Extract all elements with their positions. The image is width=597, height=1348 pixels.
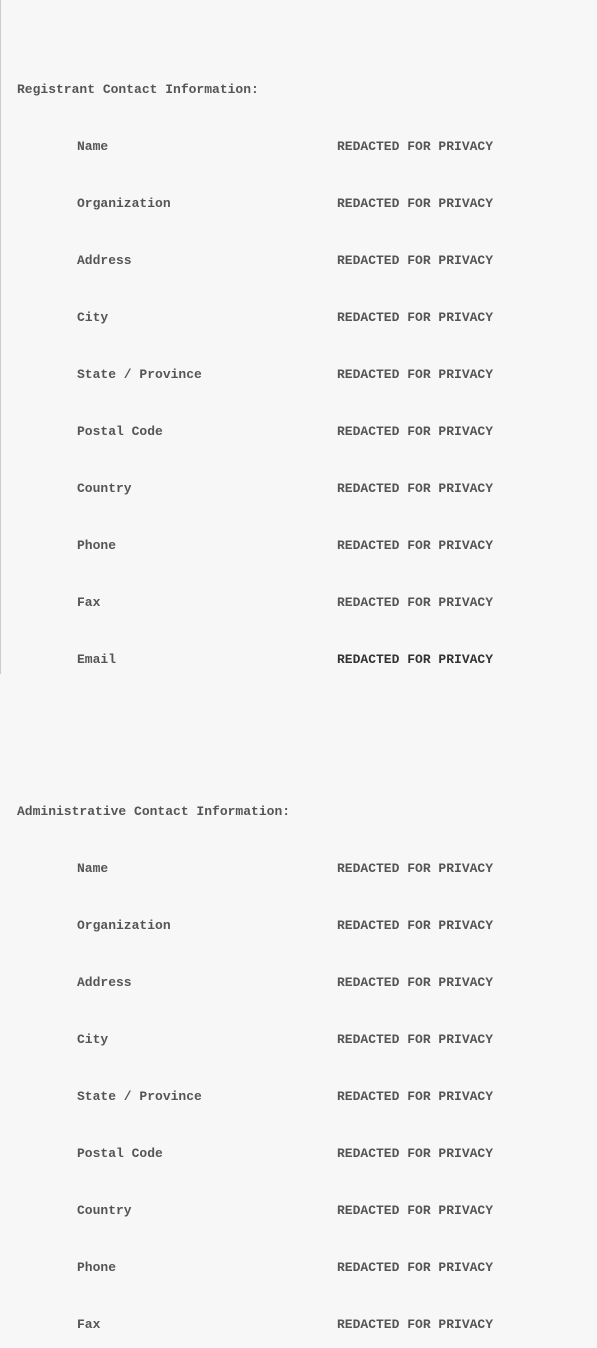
contact-row: NameREDACTED FOR PRIVACY (17, 137, 597, 156)
field-label: Email (17, 650, 337, 669)
contact-row: Postal CodeREDACTED FOR PRIVACY (17, 422, 597, 441)
field-label: Postal Code (17, 422, 337, 441)
field-label: Name (17, 859, 337, 878)
field-label: Phone (17, 1258, 337, 1277)
field-value: REDACTED FOR PRIVACY (337, 973, 597, 992)
whois-contact-info: Registrant Contact Information: NameREDA… (1, 0, 597, 1348)
contact-row: AddressREDACTED FOR PRIVACY (17, 251, 597, 270)
contact-row: State / ProvinceREDACTED FOR PRIVACY (17, 1087, 597, 1106)
field-label: Fax (17, 593, 337, 612)
field-value: REDACTED FOR PRIVACY (337, 1258, 597, 1277)
field-label: State / Province (17, 365, 337, 384)
contact-row: CityREDACTED FOR PRIVACY (17, 308, 597, 327)
field-value: REDACTED FOR PRIVACY (337, 1201, 597, 1220)
field-label: Name (17, 137, 337, 156)
field-value: REDACTED FOR PRIVACY (337, 1315, 597, 1334)
field-value: REDACTED FOR PRIVACY (337, 859, 597, 878)
field-label: Phone (17, 536, 337, 555)
field-value: REDACTED FOR PRIVACY (337, 650, 597, 669)
field-value: REDACTED FOR PRIVACY (337, 536, 597, 555)
contact-row: NameREDACTED FOR PRIVACY (17, 859, 597, 878)
administrative-section: Administrative Contact Information: Name… (17, 764, 597, 1348)
field-value: REDACTED FOR PRIVACY (337, 479, 597, 498)
contact-row: State / ProvinceREDACTED FOR PRIVACY (17, 365, 597, 384)
field-value: REDACTED FOR PRIVACY (337, 593, 597, 612)
field-label: Organization (17, 916, 337, 935)
contact-row: PhoneREDACTED FOR PRIVACY (17, 1258, 597, 1277)
field-label: Country (17, 479, 337, 498)
section-header: Registrant Contact Information: (17, 80, 597, 99)
field-label: Fax (17, 1315, 337, 1334)
field-label: Address (17, 251, 337, 270)
field-label: City (17, 308, 337, 327)
field-value: REDACTED FOR PRIVACY (337, 137, 597, 156)
field-value: REDACTED FOR PRIVACY (337, 1087, 597, 1106)
field-value: REDACTED FOR PRIVACY (337, 916, 597, 935)
field-label: State / Province (17, 1087, 337, 1106)
contact-row: CityREDACTED FOR PRIVACY (17, 1030, 597, 1049)
field-label: Postal Code (17, 1144, 337, 1163)
field-label: Organization (17, 194, 337, 213)
contact-row: CountryREDACTED FOR PRIVACY (17, 1201, 597, 1220)
field-value: REDACTED FOR PRIVACY (337, 422, 597, 441)
field-label: Country (17, 1201, 337, 1220)
contact-row: CountryREDACTED FOR PRIVACY (17, 479, 597, 498)
field-label: City (17, 1030, 337, 1049)
field-label: Address (17, 973, 337, 992)
field-value: REDACTED FOR PRIVACY (337, 308, 597, 327)
contact-row: Postal CodeREDACTED FOR PRIVACY (17, 1144, 597, 1163)
contact-row: EmailREDACTED FOR PRIVACY (17, 650, 597, 669)
contact-row: OrganizationREDACTED FOR PRIVACY (17, 916, 597, 935)
field-value: REDACTED FOR PRIVACY (337, 1030, 597, 1049)
registrant-section: Registrant Contact Information: NameREDA… (17, 42, 597, 707)
contact-row: AddressREDACTED FOR PRIVACY (17, 973, 597, 992)
field-value: REDACTED FOR PRIVACY (337, 1144, 597, 1163)
field-value: REDACTED FOR PRIVACY (337, 251, 597, 270)
contact-row: PhoneREDACTED FOR PRIVACY (17, 536, 597, 555)
section-header: Administrative Contact Information: (17, 802, 597, 821)
contact-row: OrganizationREDACTED FOR PRIVACY (17, 194, 597, 213)
contact-row: FaxREDACTED FOR PRIVACY (17, 1315, 597, 1334)
contact-row: FaxREDACTED FOR PRIVACY (17, 593, 597, 612)
field-value: REDACTED FOR PRIVACY (337, 365, 597, 384)
field-value: REDACTED FOR PRIVACY (337, 194, 597, 213)
